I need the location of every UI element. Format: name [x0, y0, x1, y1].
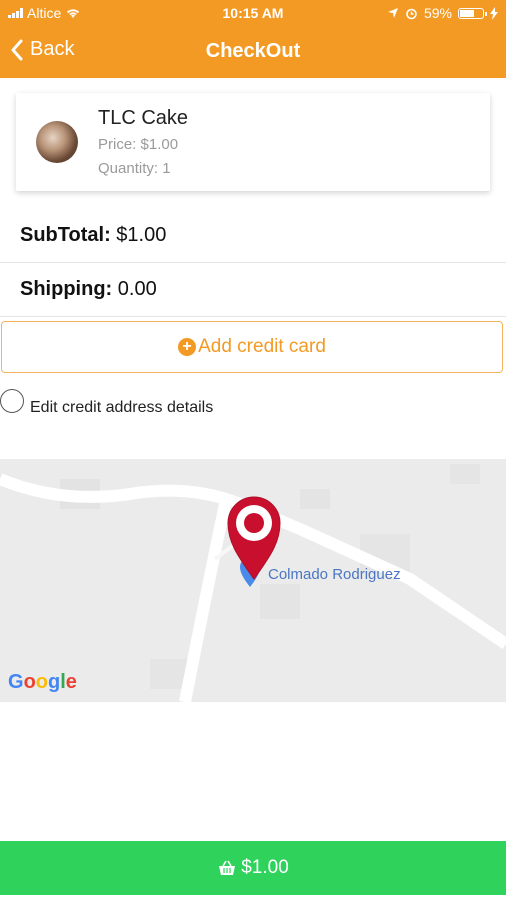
subtotal-value: $1.00 [110, 224, 167, 246]
map-roads [0, 459, 506, 702]
status-right: 59% [387, 5, 498, 21]
edit-address-radio[interactable] [0, 389, 24, 413]
battery-percent: 59% [423, 5, 452, 21]
battery-icon [458, 7, 487, 19]
subtotal-label: SubTotal: [20, 224, 111, 246]
product-price: Price: $1.00 [98, 136, 179, 153]
basket-icon [219, 860, 236, 875]
add-credit-card-label: Add credit card [198, 336, 326, 357]
charging-icon [490, 6, 498, 20]
plus-circle-icon: + [178, 338, 197, 356]
shipping-label: Shipping: [20, 278, 113, 300]
shipping-value: 0.00 [112, 278, 157, 300]
top-bar: Altice 10:15 AM 59% Back CheckOut [0, 0, 506, 78]
page-title: CheckOut [205, 40, 301, 62]
product-name: TLC Cake [98, 107, 189, 129]
product-image [36, 121, 78, 163]
edit-address-label: Edit credit address details [30, 399, 214, 416]
map-view[interactable]: Colmado Rodriguez Google [0, 459, 506, 702]
add-credit-card-button[interactable]: + Add credit card [1, 321, 503, 373]
product-quantity: Quantity: 1 [98, 160, 171, 177]
google-logo: Google [8, 671, 77, 693]
nav-bar: Back CheckOut [0, 28, 506, 78]
pay-amount: $1.00 [241, 857, 289, 878]
shipping-row: Shipping: 0.00 [0, 262, 506, 317]
pay-button[interactable]: $1.00 [0, 841, 506, 895]
subtotal-row: SubTotal: $1.00 [0, 208, 506, 263]
place-name: Colmado Rodriguez [268, 566, 401, 583]
subtotal-text: SubTotal: $1.00 [20, 224, 166, 247]
shipping-text: Shipping: 0.00 [20, 278, 157, 301]
location-arrow-icon [387, 8, 398, 18]
alarm-icon [406, 8, 417, 19]
status-bar: Altice 10:15 AM 59% [0, 0, 506, 28]
edit-address-option: Edit credit address details [0, 389, 506, 419]
product-card: TLC Cake Price: $1.00 Quantity: 1 [16, 93, 490, 191]
